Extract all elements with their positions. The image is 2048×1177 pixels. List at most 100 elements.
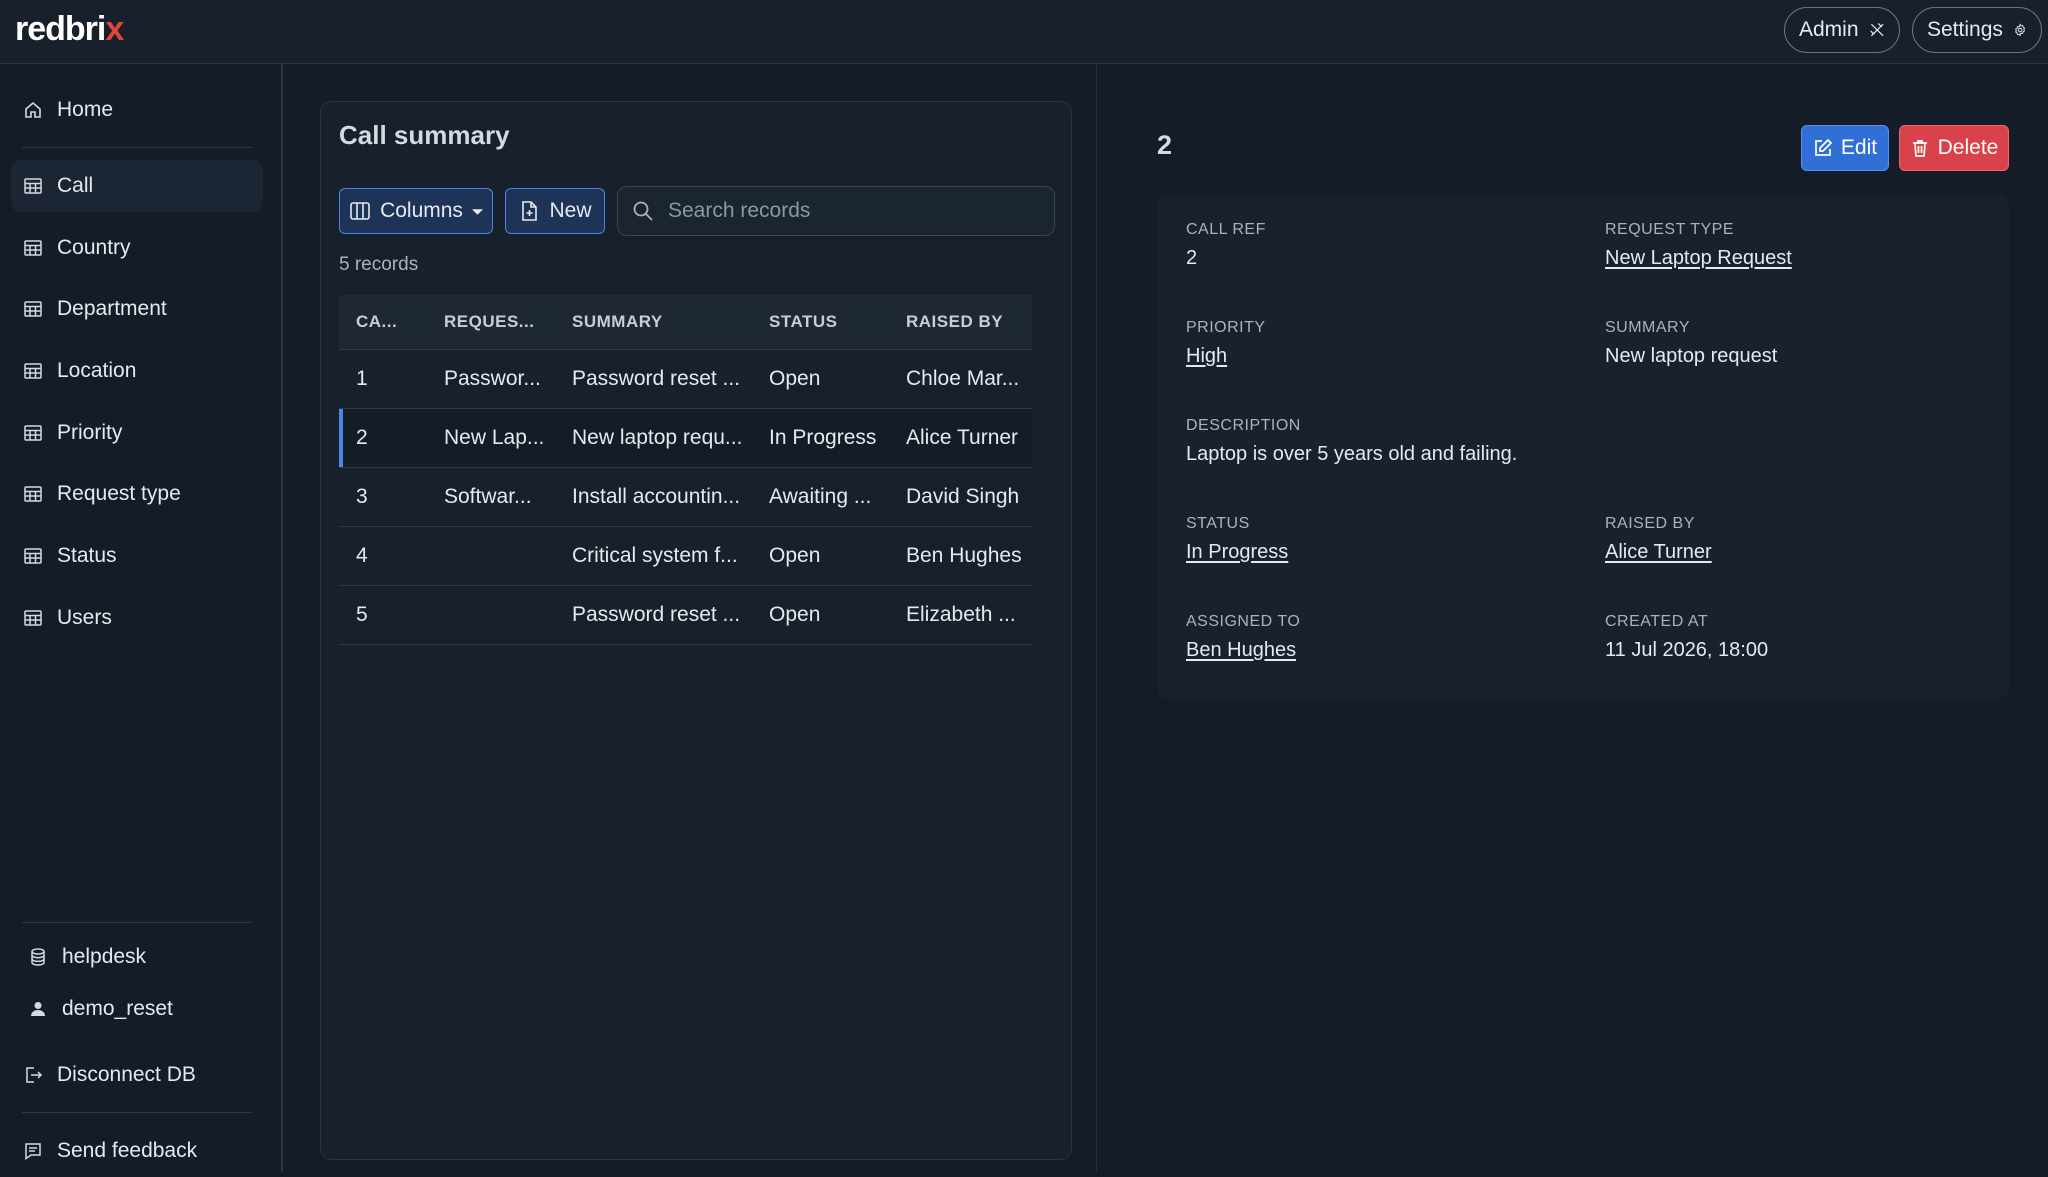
record-count: 5 records	[339, 254, 419, 275]
sidebar-item-status[interactable]: Status	[11, 530, 263, 582]
table-cell: Open	[752, 585, 889, 645]
request-type-link[interactable]: New Laptop Request	[1605, 247, 1792, 270]
caret-down-icon	[471, 208, 483, 215]
table-cell: Password reset ...	[555, 349, 752, 409]
table-cell: In Progress	[752, 408, 889, 468]
call-summary-panel: Call summary Columns New 5 records CA...…	[320, 101, 1072, 1160]
sidebar-item-label: Location	[57, 359, 137, 382]
column-header-status[interactable]: STATUS	[752, 295, 889, 350]
feedback-label: Send feedback	[57, 1139, 198, 1162]
sidebar-database: helpdesk	[11, 931, 263, 983]
disconnect-db-button[interactable]: Disconnect DB	[11, 1049, 263, 1101]
message-icon	[25, 1143, 41, 1160]
field-raised-by: RAISED BY Alice Turner	[1605, 515, 1712, 564]
settings-button[interactable]: Settings	[1912, 7, 2042, 53]
edit-button[interactable]: Edit	[1801, 125, 1889, 171]
table-icon	[24, 301, 42, 317]
table-icon	[24, 363, 42, 379]
sidebar-item-label: Home	[57, 98, 114, 121]
assigned-to-link[interactable]: Ben Hughes	[1186, 639, 1300, 662]
field-summary: SUMMARY New laptop request	[1605, 319, 1777, 368]
sidebar-item-request-type[interactable]: Request type	[11, 468, 263, 520]
table-cell	[427, 585, 555, 645]
column-header-raised-by[interactable]: RAISED BY	[889, 295, 1032, 350]
table-cell: Elizabeth ...	[889, 585, 1032, 645]
table-icon	[24, 178, 42, 194]
field-status: STATUS In Progress	[1186, 515, 1288, 564]
search-box[interactable]	[617, 186, 1055, 236]
field-label: CREATED AT	[1605, 613, 1709, 630]
new-record-button[interactable]: New	[505, 188, 605, 234]
sidebar-item-call[interactable]: Call	[11, 160, 263, 212]
sidebar-divider	[22, 1112, 252, 1113]
field-value: 2	[1186, 247, 1198, 269]
panel-title: Call summary	[339, 120, 510, 150]
sidebar-item-label: Priority	[57, 421, 123, 444]
table-cell: New laptop requ...	[555, 408, 752, 468]
sidebar-item-label: Status	[57, 544, 117, 567]
admin-button[interactable]: Admin	[1784, 7, 1900, 53]
table-cell: Chloe Mar...	[889, 349, 1032, 409]
sidebar-item-location[interactable]: Location	[11, 345, 263, 397]
edit-label: Edit	[1840, 136, 1878, 159]
sidebar-item-label: Country	[57, 236, 131, 259]
delete-button[interactable]: Delete	[1899, 125, 2009, 171]
sidebar-item-label: Department	[57, 297, 167, 320]
tools-icon	[1869, 23, 1883, 37]
sidebar-item-label: Request type	[57, 482, 181, 505]
search-input[interactable]	[668, 199, 1028, 223]
table-row[interactable]: 3 Softwar... Install accountin... Awaiti…	[339, 467, 1032, 527]
table-cell: 1	[339, 349, 427, 409]
column-header-summary[interactable]: SUMMARY	[555, 295, 752, 350]
columns-icon	[350, 202, 370, 220]
table-cell: Open	[752, 526, 889, 586]
sidebar-item-home[interactable]: Home	[11, 84, 263, 136]
status-link[interactable]: In Progress	[1186, 541, 1288, 564]
sidebar-item-label: Users	[57, 606, 112, 629]
field-label: CALL REF	[1186, 221, 1266, 238]
table-cell: 2	[339, 408, 427, 468]
priority-link[interactable]: High	[1186, 345, 1266, 368]
records-table: CA... REQUES... SUMMARY STATUS RAISED BY…	[339, 295, 1032, 645]
raised-by-link[interactable]: Alice Turner	[1605, 541, 1712, 564]
table-icon	[24, 425, 42, 441]
field-label: PRIORITY	[1186, 319, 1266, 336]
detail-panel: 2 Edit Delete CALL REF 2 REQUEST TYPE Ne…	[1096, 64, 2048, 1172]
table-icon	[24, 486, 42, 502]
database-icon	[31, 948, 45, 966]
user-name: demo_reset	[62, 997, 173, 1020]
field-label: SUMMARY	[1605, 319, 1690, 336]
table-row[interactable]: 5 Password reset ... Open Elizabeth ...	[339, 585, 1032, 645]
table-cell: Awaiting ...	[752, 467, 889, 527]
user-icon	[31, 1002, 45, 1016]
column-header-request-type[interactable]: REQUES...	[427, 295, 555, 350]
file-plus-icon	[522, 201, 538, 221]
sidebar-item-users[interactable]: Users	[11, 592, 263, 644]
delete-label: Delete	[1937, 136, 1999, 159]
field-label: RAISED BY	[1605, 515, 1695, 532]
top-bar: redbrix Admin Settings	[0, 0, 2048, 64]
field-label: STATUS	[1186, 515, 1250, 532]
table-cell: 5	[339, 585, 427, 645]
columns-button[interactable]: Columns	[339, 188, 493, 234]
settings-label: Settings	[1927, 18, 2003, 41]
sidebar-item-department[interactable]: Department	[11, 283, 263, 335]
column-header-call-ref[interactable]: CA...	[339, 295, 427, 350]
sidebar-item-priority[interactable]: Priority	[11, 407, 263, 459]
table-row[interactable]: 4 Critical system f... Open Ben Hughes	[339, 526, 1032, 586]
logo-accent: x	[105, 10, 124, 48]
home-icon	[25, 101, 41, 118]
database-name: helpdesk	[62, 945, 147, 968]
field-call-ref: CALL REF 2	[1186, 221, 1266, 270]
table-row[interactable]: 1 Passwor... Password reset ... Open Chl…	[339, 349, 1032, 409]
sidebar-item-country[interactable]: Country	[11, 222, 263, 274]
table-icon	[24, 240, 42, 256]
field-priority: PRIORITY High	[1186, 319, 1266, 368]
sidebar: Home Call Country Department Location Pr…	[0, 64, 283, 1172]
send-feedback-button[interactable]: Send feedback	[11, 1125, 263, 1177]
table-row-selected[interactable]: 2 New Lap... New laptop requ... In Progr…	[339, 408, 1032, 468]
table-cell: David Singh	[889, 467, 1032, 527]
app-logo[interactable]: redbrix	[15, 10, 124, 49]
field-label: REQUEST TYPE	[1605, 221, 1734, 238]
field-description: DESCRIPTION Laptop is over 5 years old a…	[1186, 417, 1517, 466]
